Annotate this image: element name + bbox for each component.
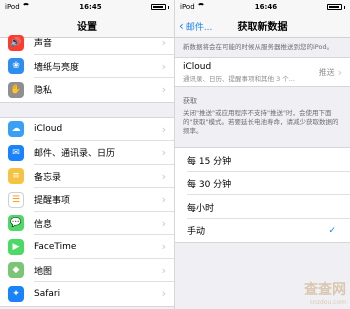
settings-item-messages[interactable]: 💬 信息 › [0,212,174,236]
icloud-icon: ☁ [8,121,24,138]
settings-item-sound[interactable]: 🔊 声音 › [0,31,174,55]
fetch-section-header: 获取 [183,97,197,106]
privacy-icon: ✋ [8,81,24,98]
settings-item-label: 声音 [34,39,53,50]
back-button[interactable]: ‹ 邮件... [179,14,212,38]
settings-item-label: iCloud [34,124,63,135]
chevron-right-icon: › [161,169,166,183]
settings-item-mail[interactable]: ✉ 邮件、通讯录、日历 › [0,141,174,165]
settings-item-safari[interactable]: ✦ Safari › [0,282,174,306]
status-time: 16:46 [254,3,278,11]
fetch-option-label: 每 15 分钟 [187,156,232,167]
maps-icon: ◆ [8,262,24,279]
fetch-new-data-screen: iPod 16:46 ‹ 邮件... 获取新数据 新数据将会在可能的时候从服务器… [175,0,350,309]
icloud-row-title: iCloud [183,61,212,72]
fetch-option-label: 手动 [187,227,206,238]
carrier-label: iPod [5,3,30,11]
settings-group-general: 🔊 声音 › ❀ 墙纸与亮度 › ✋ 隐私 › [0,30,174,103]
back-label: 邮件... [185,22,213,33]
settings-item-privacy[interactable]: ✋ 隐私 › [0,78,174,102]
settings-item-label: 邮件、通讯录、日历 [34,149,116,160]
mail-icon: ✉ [8,144,24,161]
chevron-right-icon: › [161,263,166,277]
battery-indicator [151,4,169,10]
status-time: 16:45 [79,3,102,11]
checkmark-icon: ✓ [328,225,336,236]
settings-item-notes[interactable]: ≡ 备忘录 › [0,165,174,189]
settings-item-label: 隐私 [34,86,53,97]
chevron-right-icon: › [161,36,166,50]
chevron-right-icon: › [161,59,166,73]
fetch-description: 关闭"推送"或应用程序不支持"推送"时，会使用下面的"获取"模式。若要延长电池寿… [183,109,339,136]
fetch-option-label: 每小时 [187,203,215,214]
icloud-row-value: 推送 [318,67,335,77]
fetch-option[interactable]: 手动 ✓ [175,219,350,243]
settings-item-label: Safari [34,288,61,299]
icloud-row-subtitle: 通讯录、日历、提醒事项和其他 3 个... [183,74,295,83]
settings-item-label: 墙纸与亮度 [34,62,80,73]
settings-item-reminders[interactable]: ☰ 提醒事项 › [0,188,174,212]
battery-icon [327,4,342,10]
battery-icon [151,4,166,10]
battery-indicator [327,4,345,10]
settings-item-label: 地图 [34,266,53,277]
chevron-left-icon: ‹ [179,19,184,33]
fetch-option-label: 每 30 分钟 [187,180,232,191]
wallpaper-icon: ❀ [8,58,24,75]
fetch-option[interactable]: 每小时 [175,195,350,219]
notes-icon: ≡ [8,168,24,185]
chevron-right-icon: › [161,146,166,160]
messages-icon: 💬 [8,215,24,232]
settings-screen: iPod 16:45 设置 🔊 声音 › ❀ 墙纸与亮度 › ✋ 隐私 › ☁ iCloud › ✉ 邮… [0,0,175,309]
fetch-option[interactable]: 每 15 分钟 [175,148,350,172]
carrier-label: iPod [180,3,205,11]
settings-item-label: 信息 [34,219,53,230]
reminders-icon: ☰ [8,191,24,208]
settings-item-label: 备忘录 [34,172,62,183]
status-bar: iPod 16:46 [175,0,350,14]
chevron-right-icon: › [161,240,166,254]
icloud-push-row[interactable]: iCloud 通讯录、日历、提醒事项和其他 3 个... 推送 › [175,57,350,88]
safari-icon: ✦ [8,285,24,302]
settings-item-label: 提醒事项 [34,196,71,207]
wifi-icon [196,3,205,9]
settings-item-maps[interactable]: ◆ 地图 › [0,259,174,283]
settings-group-apps: ☁ iCloud › ✉ 邮件、通讯录、日历 › ≡ 备忘录 › ☰ 提醒事项 › 💬 信息 › ▶ FaceT… [0,116,174,307]
status-bar: iPod 16:45 [0,0,174,14]
chevron-right-icon: › [161,83,166,97]
chevron-right-icon: › [161,287,166,301]
sound-icon: 🔊 [8,34,24,51]
chevron-right-icon: › [161,122,166,136]
nav-bar: ‹ 邮件... 获取新数据 [175,14,350,38]
chevron-right-icon: › [161,216,166,230]
settings-item-wallpaper[interactable]: ❀ 墙纸与亮度 › [0,55,174,79]
facetime-icon: ▶ [8,238,24,255]
settings-item-icloud[interactable]: ☁ iCloud › [0,118,174,142]
watermark-logo: 查查网 cnzdou.com [304,282,346,306]
settings-item-label: FaceTime [34,241,77,252]
fetch-option[interactable]: 每 30 分钟 [175,172,350,196]
push-description: 新数据将会在可能的时候从服务器推送到您的iPod。 [183,43,334,51]
wifi-icon [21,3,30,9]
fetch-options-list: 每 15 分钟每 30 分钟 每小时手动 ✓ [175,147,350,244]
page-title: 获取新数据 [237,22,288,33]
chevron-right-icon: › [337,65,342,79]
chevron-right-icon: › [161,193,166,207]
settings-item-facetime[interactable]: ▶ FaceTime › [0,235,174,259]
